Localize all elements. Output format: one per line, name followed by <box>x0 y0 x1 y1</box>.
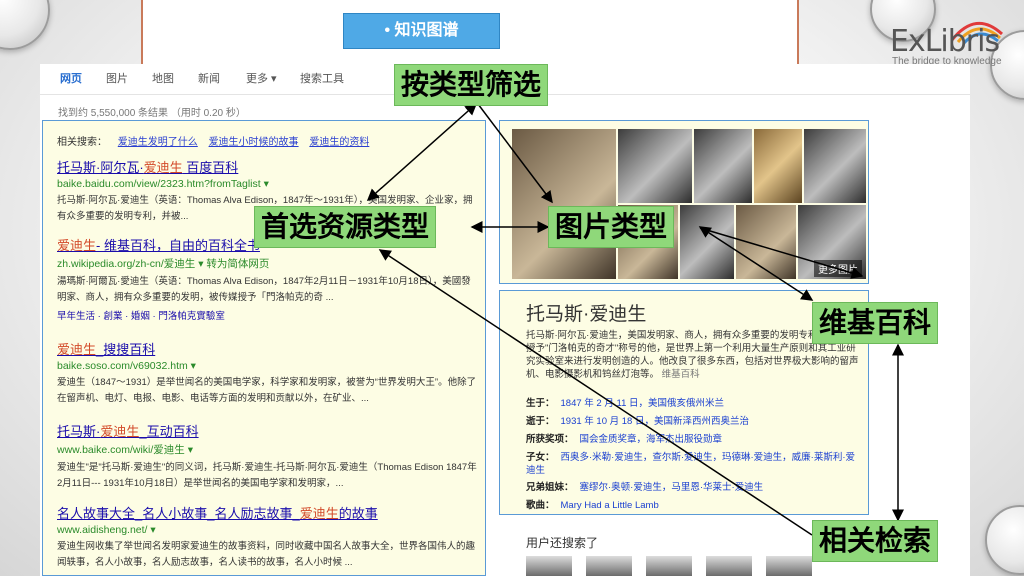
also-searched-thumb[interactable] <box>706 556 752 576</box>
label-preferred-source: 首选资源类型 <box>254 206 437 248</box>
also-searched-thumb[interactable] <box>526 556 572 576</box>
result-snippet: 爱迪生"是"托马斯·爱迪生"的同义词，托马斯·爱迪生-托马斯·阿尔瓦·爱迪生（T… <box>57 462 477 489</box>
result-url[interactable]: baike.soso.com/v69032.htm ▾ <box>57 360 477 372</box>
result-item: 托马斯·爱迪生_互动百科 www.baike.com/wiki/爱迪生 ▾ 爱迪… <box>57 421 477 492</box>
result-item: 名人故事大全_名人小故事_名人励志故事_爱迪生的故事 www.aidisheng… <box>57 503 477 571</box>
result-url[interactable]: zh.wikipedia.org/zh-cn/爱迪生 ▾ 转为简体网页 <box>57 256 477 271</box>
slide-title: • 知识图谱 <box>343 13 500 49</box>
image-thumbnail[interactable] <box>754 129 802 203</box>
related-link[interactable]: 爱迪生发明了什么 <box>118 137 198 148</box>
fact-born: 生于： 1847 年 2 月 11 日，美国俄亥俄州米兰 <box>526 398 724 409</box>
label-filter-by-type: 按类型筛选 <box>394 64 549 106</box>
tab-web[interactable]: 网页 <box>60 70 82 86</box>
image-results-panel: 更多图片 <box>499 120 869 284</box>
decor-bubble <box>0 0 50 50</box>
result-snippet: 湯瑪斯·阿爾瓦·愛迪生（英语：Thomas Alva Edison，1847年2… <box>57 276 471 303</box>
result-url[interactable]: www.baike.com/wiki/爱迪生 ▾ <box>57 442 477 457</box>
result-item: 爱迪生- 维基百科，自由的百科全书 zh.wikipedia.org/zh-cn… <box>57 235 477 322</box>
image-thumbnail[interactable] <box>736 205 796 279</box>
fact-awards: 所获奖项： 国会金质奖章，海军杰出服役勋章 <box>526 434 723 445</box>
also-searched-thumb[interactable] <box>646 556 692 576</box>
decor-bubble <box>985 505 1024 575</box>
exlibris-logo: ExLibris The bridge to knowledge <box>890 14 1010 68</box>
fact-siblings: 兄弟姐妹： 塞缪尔·奥顿·爱迪生，马里恩·华莱士·爱迪生 <box>526 482 764 493</box>
result-snippet: 爱迪生网收集了举世闻名发明家爱迪生的故事资料，同时收藏中国名人故事大全，世界各国… <box>57 541 476 568</box>
result-title-link[interactable]: 托马斯·阿尔瓦·爱迪生 百度百科 <box>57 157 477 176</box>
image-thumbnail[interactable] <box>694 129 752 203</box>
wikipedia-source-link[interactable]: 维基百科 <box>662 369 700 380</box>
more-images-link[interactable]: 更多图片 <box>814 260 862 277</box>
label-image-type: 图片类型 <box>548 206 675 248</box>
image-thumbnail[interactable] <box>804 129 866 203</box>
image-thumbnail[interactable] <box>680 205 734 279</box>
related-label: 相关搜索： <box>57 137 107 148</box>
tab-images[interactable]: 图片 <box>106 70 128 86</box>
also-searched-thumb[interactable] <box>766 556 812 576</box>
knowledge-card-title: 托马斯·爱迪生 <box>526 304 647 325</box>
result-title-link[interactable]: 爱迪生_搜搜百科 <box>57 339 477 358</box>
result-title-link[interactable]: 托马斯·爱迪生_互动百科 <box>57 421 477 440</box>
tab-maps[interactable]: 地图 <box>152 70 174 86</box>
label-wikipedia: 维基百科 <box>812 302 939 344</box>
also-searched-thumb[interactable] <box>586 556 632 576</box>
label-related-search: 相关检索 <box>812 520 939 562</box>
related-link[interactable]: 爱迪生的资料 <box>309 137 369 148</box>
fact-children: 子女： 西奥多·米勒·爱迪生，查尔斯·爱迪生，玛德琳·爱迪生，威廉·莱斯利·爱迪生 <box>526 452 855 476</box>
also-searched-heading: 用户还搜索了 <box>526 536 599 550</box>
tab-more[interactable]: 更多 ▾ <box>246 70 277 86</box>
results-list: 相关搜索： 爱迪生发明了什么 爱迪生小时候的故事 爱迪生的资料 托马斯·阿尔瓦·… <box>42 120 486 576</box>
related-link[interactable]: 爱迪生小时候的故事 <box>209 137 299 148</box>
related-searches: 相关搜索： 爱迪生发明了什么 爱迪生小时候的故事 爱迪生的资料 <box>57 133 369 148</box>
tab-news[interactable]: 新闻 <box>198 70 220 86</box>
logo-text: ExLibris <box>890 24 1000 59</box>
image-thumbnail[interactable] <box>618 129 692 203</box>
fact-died: 逝于： 1931 年 10 月 18 日，美国新泽西州西奥兰治 <box>526 416 749 427</box>
result-title-link[interactable]: 名人故事大全_名人小故事_名人励志故事_爱迪生的故事 <box>57 503 477 522</box>
tab-search-tools[interactable]: 搜索工具 <box>300 70 344 86</box>
result-url[interactable]: baike.baidu.com/view/2323.htm?fromTaglis… <box>57 178 477 190</box>
result-url[interactable]: www.aidisheng.net/ ▾ <box>57 524 477 536</box>
result-item: 爱迪生_搜搜百科 baike.soso.com/v69032.htm ▾ 爱迪生… <box>57 339 477 407</box>
result-count: 找到约 5,550,000 条结果 （用时 0.20 秒） <box>58 108 246 119</box>
result-sitelinks[interactable]: 早年生活 · 創業 · 婚姻 · 門洛帕克實驗室 <box>57 308 477 322</box>
fact-songs: 歌曲： Mary Had a Little Lamb <box>526 500 659 511</box>
result-snippet: 爱迪生（1847～1931）是举世闻名的美国电学家，科学家和发明家，被誉为“世界… <box>57 377 477 404</box>
image-thumbnail[interactable] <box>512 129 616 279</box>
